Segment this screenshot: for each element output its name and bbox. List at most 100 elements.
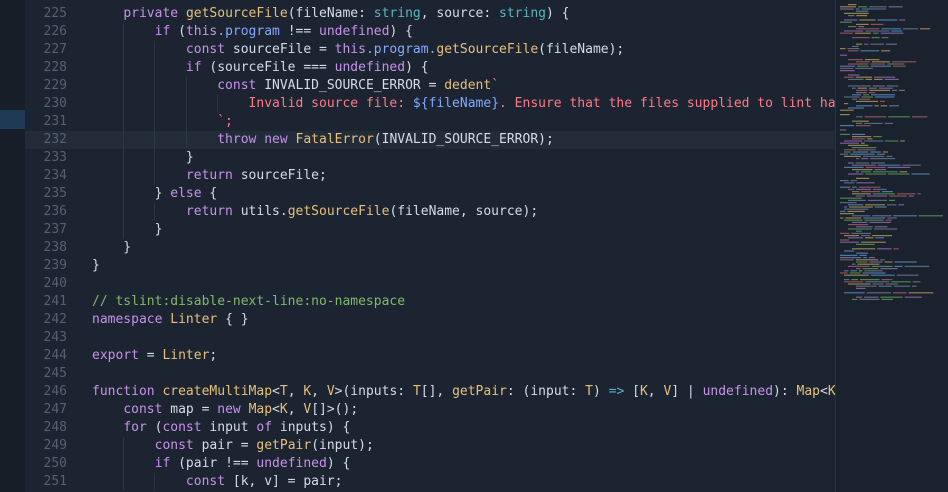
code-token: = [146, 348, 163, 363]
minimap-line [858, 98, 871, 100]
minimap-line [840, 217, 844, 219]
minimap-line [848, 63, 869, 65]
code-token: getPair [452, 384, 507, 399]
code-line[interactable]: 232 throw new FatalError(INVALID_SOURCE_… [25, 131, 835, 149]
code-line[interactable]: 239} [25, 257, 835, 275]
code-token: ) { [326, 456, 351, 471]
minimap-line [844, 182, 855, 184]
code-text: } else { [92, 185, 218, 203]
minimap-line [885, 140, 899, 142]
code-token: K [303, 384, 312, 399]
minimap-line [840, 21, 853, 23]
minimap-line [855, 259, 879, 261]
code-line[interactable]: 225 private getSourceFile(fileName: stri… [25, 5, 835, 23]
code-line[interactable]: 234 return sourceFile; [25, 167, 835, 185]
minimap-line [856, 252, 869, 254]
indent-guide [154, 77, 156, 95]
code-text: // tslint:disable-next-line:no-namespace [92, 293, 405, 311]
code-line[interactable]: 251 const [k, v] = pair; [25, 473, 835, 491]
code-token: V [303, 402, 312, 417]
code-line[interactable]: 241 // tslint:disable-next-line:no-namesp… [25, 293, 835, 311]
code-token: utils. [240, 204, 288, 219]
code-line[interactable]: 228 if (sourceFile === undefined) { [25, 59, 835, 77]
minimap-line [911, 173, 930, 175]
code-line[interactable]: 246 function createMultiMap<T, K, V>(inpu… [25, 383, 899, 401]
code-line[interactable]: 243 [25, 329, 835, 347]
code-line[interactable]: 227 const sourceFile = this.program.getS… [25, 41, 835, 59]
line-number: 246 [43, 384, 67, 399]
indent-guide [123, 95, 125, 113]
minimap[interactable] [835, 0, 948, 492]
line-number: 244 [43, 348, 67, 363]
code-token: , [287, 402, 304, 417]
code-line[interactable]: 229 const INVALID_SOURCE_ERROR = dedent` [25, 77, 835, 95]
minimap-line [855, 125, 871, 127]
code-text: } [92, 221, 163, 239]
minimap-line [860, 142, 865, 144]
minimap-line [844, 149, 856, 151]
minimap-line [889, 199, 895, 201]
minimap-line [880, 268, 898, 270]
code-line[interactable]: 236 return utils.getSourceFile(fileName,… [25, 203, 835, 221]
minimap-line [894, 265, 903, 267]
indent-guide [154, 473, 156, 491]
minimap-line [864, 219, 884, 221]
minimap-line [856, 177, 870, 179]
minimap-line [863, 257, 867, 259]
minimap-line [874, 78, 883, 80]
minimap-line [858, 26, 865, 28]
minimap-line [908, 292, 934, 294]
minimap-line [857, 263, 880, 265]
minimap-line [852, 169, 873, 171]
indent-guide [154, 167, 156, 185]
line-number: 248 [43, 420, 67, 435]
code-line[interactable]: 231 `; [25, 113, 835, 131]
minimap-line [856, 261, 868, 263]
code-token: undefined [319, 24, 390, 39]
minimap-line [840, 142, 859, 144]
code-line[interactable]: 247 const map = new Map<K, V[]>(); [25, 401, 835, 419]
minimap-line [874, 206, 887, 208]
minimap-line [870, 158, 896, 160]
minimap-line [840, 6, 856, 8]
code-line[interactable]: 244 export = Linter; [25, 347, 835, 365]
minimap-line [856, 296, 863, 298]
minimap-line [880, 105, 888, 107]
code-line[interactable]: 233 } [25, 149, 835, 167]
minimap-line [844, 208, 869, 210]
code-line[interactable]: 249 const pair = getPair(input); [25, 437, 835, 455]
code-token: } [92, 150, 194, 165]
code-token: const [162, 420, 210, 435]
minimap-line [848, 199, 866, 201]
code-editor[interactable]: 225 private getSourceFile(fileName: stri… [25, 0, 899, 492]
minimap-line [865, 173, 887, 175]
code-line[interactable]: 230 Invalid source file: ${fileName}. En… [25, 95, 899, 113]
code-line[interactable]: 226 if (this.program !== undefined) { [25, 23, 835, 41]
code-line[interactable]: 250 if (pair !== undefined) { [25, 455, 835, 473]
code-token: `; [217, 114, 233, 129]
minimap-line [840, 232, 850, 234]
code-token: const [185, 42, 233, 57]
code-token: undefined [256, 456, 327, 471]
code-line[interactable]: 248 for (const input of inputs) { [25, 419, 835, 437]
minimap-line [861, 171, 871, 173]
minimap-line [881, 191, 893, 193]
minimap-line [840, 67, 854, 69]
code-token: function [92, 384, 163, 399]
code-line[interactable]: 240 [25, 275, 835, 293]
code-line[interactable]: 235 } else { [25, 185, 835, 203]
minimap-line [852, 263, 856, 265]
code-token: INVALID_SOURCE_ERROR = [264, 78, 445, 93]
code-line[interactable]: 237 } [25, 221, 835, 239]
minimap-line [848, 85, 871, 87]
minimap-line [868, 92, 876, 94]
minimap-line [856, 230, 862, 232]
code-line[interactable]: 245 [25, 365, 835, 383]
code-line[interactable]: 238 } [25, 239, 835, 257]
minimap-line [840, 48, 846, 50]
minimap-line [848, 204, 864, 206]
minimap-line [848, 26, 857, 28]
code-line[interactable]: 242 namespace Linter { } [25, 311, 835, 329]
minimap-line [856, 105, 873, 107]
